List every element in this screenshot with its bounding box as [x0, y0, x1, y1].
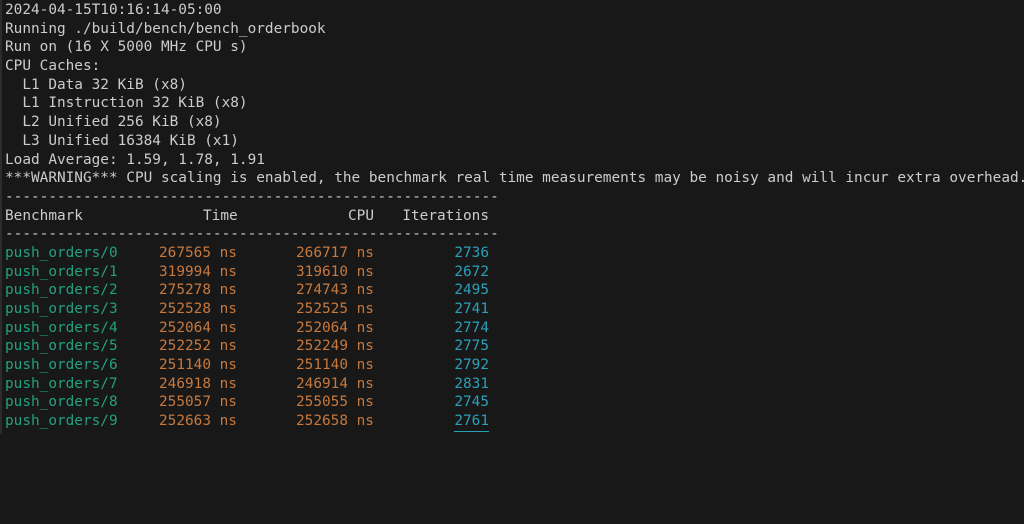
- scroll-edge: [0, 0, 2, 434]
- cpu-value: 252658 ns: [296, 413, 374, 430]
- table-row: push_orders/9 252663 ns 252658 ns 2761: [5, 412, 489, 432]
- run-on-line: Run on (16 X 5000 MHz CPU s): [5, 39, 248, 56]
- benchmark-name: push_orders/9: [5, 413, 118, 430]
- benchmark-name: push_orders/4: [5, 319, 118, 336]
- header-benchmark: Benchmark: [5, 207, 83, 224]
- iterations-value: 2761: [393, 412, 489, 432]
- time-value: 267565 ns: [159, 244, 237, 261]
- table-row: push_orders/3 252528 ns 252525 ns 2741: [5, 300, 489, 319]
- time-value: 252663 ns: [159, 413, 237, 430]
- benchmark-name: push_orders/7: [5, 375, 118, 392]
- iterations-value: 2741: [454, 301, 489, 317]
- cpu-value: 319610 ns: [296, 263, 374, 280]
- benchmark-table: Benchmark Time CPU Iterations: [5, 207, 489, 226]
- benchmark-name: push_orders/6: [5, 357, 118, 374]
- iterations-value: 2775: [454, 338, 489, 355]
- table-row: push_orders/0 267565 ns 266717 ns 2736: [5, 244, 489, 263]
- cpu-value: 251140 ns: [296, 357, 374, 374]
- cpu-value: 255055 ns: [296, 394, 374, 411]
- terminal-cursor: 2761: [454, 412, 489, 432]
- time-value: 246918 ns: [159, 375, 237, 392]
- cache-l2-unified: L2 Unified 256 KiB (x8): [5, 114, 222, 131]
- separator-top: ----------------------------------------…: [5, 188, 499, 205]
- benchmark-name: push_orders/8: [5, 394, 118, 411]
- iterations-value: 2792: [454, 357, 489, 374]
- separator-header: ----------------------------------------…: [5, 226, 499, 243]
- time-value: 252252 ns: [159, 338, 237, 355]
- time-value: 255057 ns: [159, 394, 237, 411]
- benchmark-rows: push_orders/0 267565 ns 266717 ns 2736 p…: [5, 244, 489, 432]
- header-cpu: CPU: [348, 207, 374, 224]
- time-value: 252064 ns: [159, 319, 237, 336]
- load-average-line: Load Average: 1.59, 1.78, 1.91: [5, 151, 265, 168]
- table-header: Benchmark Time CPU Iterations: [5, 207, 489, 226]
- cache-l3-unified: L3 Unified 16384 KiB (x1): [5, 132, 239, 149]
- header-iterations: Iterations: [402, 207, 489, 224]
- cpu-value: 266717 ns: [296, 244, 374, 261]
- running-line: Running ./build/bench/bench_orderbook: [5, 20, 326, 37]
- cpu-value: 274743 ns: [296, 282, 374, 299]
- warning-line: ***WARNING*** CPU scaling is enabled, th…: [5, 170, 1024, 187]
- cache-l1-data: L1 Data 32 KiB (x8): [5, 76, 187, 93]
- table-row: push_orders/6 251140 ns 251140 ns 2792: [5, 356, 489, 375]
- benchmark-name: push_orders/1: [5, 263, 118, 280]
- table-row: push_orders/7 246918 ns 246914 ns 2831: [5, 375, 489, 394]
- benchmark-name: push_orders/5: [5, 338, 118, 355]
- cache-l1-instruction: L1 Instruction 32 KiB (x8): [5, 95, 248, 112]
- timestamp-line: 2024-04-15T10:16:14-05:00: [5, 2, 222, 18]
- cpu-value: 252064 ns: [296, 319, 374, 336]
- time-value: 275278 ns: [159, 282, 237, 299]
- table-row: push_orders/2 275278 ns 274743 ns 2495: [5, 281, 489, 300]
- benchmark-name: push_orders/2: [5, 282, 118, 299]
- table-row: push_orders/5 252252 ns 252249 ns 2775: [5, 337, 489, 356]
- iterations-value: 2774: [454, 319, 489, 336]
- benchmark-name: push_orders/0: [5, 244, 118, 261]
- header-time: Time: [203, 207, 238, 224]
- table-row: push_orders/8 255057 ns 255055 ns 2745: [5, 393, 489, 412]
- benchmark-name: push_orders/3: [5, 301, 118, 317]
- cpu-value: 252249 ns: [296, 338, 374, 355]
- terminal-window[interactable]: 2024-04-15T10:16:14-05:00 Running ./buil…: [0, 0, 1024, 434]
- iterations-value: 2495: [454, 282, 489, 299]
- time-value: 319994 ns: [159, 263, 237, 280]
- time-value: 251140 ns: [159, 357, 237, 374]
- table-row: push_orders/4 252064 ns 252064 ns 2774: [5, 319, 489, 338]
- iterations-value: 2736: [454, 244, 489, 261]
- cpu-caches-title: CPU Caches:: [5, 58, 101, 75]
- iterations-value: 2831: [454, 375, 489, 392]
- iterations-value: 2745: [454, 394, 489, 411]
- cpu-value: 252525 ns: [296, 301, 374, 317]
- cpu-value: 246914 ns: [296, 375, 374, 392]
- table-row: push_orders/1 319994 ns 319610 ns 2672: [5, 263, 489, 282]
- iterations-value: 2672: [454, 263, 489, 280]
- time-value: 252528 ns: [159, 301, 237, 317]
